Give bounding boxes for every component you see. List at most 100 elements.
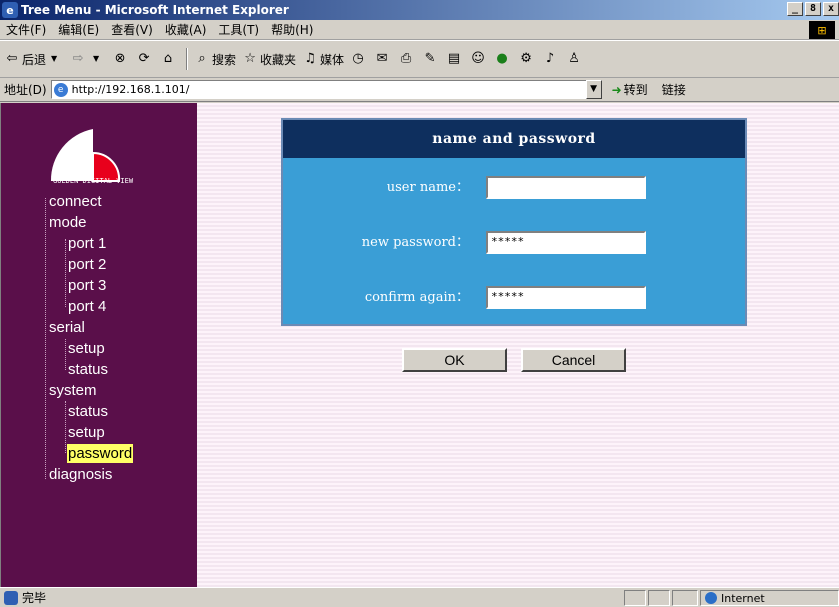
mail-button[interactable]: ✉ bbox=[374, 51, 392, 67]
main-content: name and password user name： new passwor… bbox=[197, 103, 839, 587]
research-icon: ♪ bbox=[545, 51, 555, 66]
status-text: 完毕 bbox=[0, 589, 46, 606]
media-button[interactable]: ♫ 媒体 bbox=[302, 51, 344, 68]
user-name-input[interactable] bbox=[486, 176, 646, 199]
history-button[interactable]: ◷ bbox=[350, 51, 368, 67]
search-label: 搜索 bbox=[212, 52, 237, 67]
chevron-down-icon: ▼ bbox=[50, 54, 58, 63]
home-icon: ⌂ bbox=[163, 51, 173, 66]
page-icon: e bbox=[53, 82, 68, 97]
edit-icon: ✎ bbox=[424, 51, 436, 66]
toolbar: ⇦ 后退 ▼ ⇨ ▼ ⊗ ⟳ ⌂ ⌕ 搜索 ☆ 收藏夹 ♫ 媒体 ◷ ✉ ⎙ ✎… bbox=[0, 40, 839, 78]
chevron-down-icon: ▼ bbox=[92, 54, 100, 63]
ok-button[interactable]: OK bbox=[402, 348, 507, 372]
status-label: 完毕 bbox=[22, 591, 47, 605]
menu-tools[interactable]: 工具(T) bbox=[212, 21, 265, 38]
confirm-password-label: confirm again： bbox=[364, 290, 469, 305]
tree-item-system-status[interactable]: status bbox=[68, 402, 108, 421]
favorites-label: 收藏夹 bbox=[260, 52, 297, 67]
menu-favorites[interactable]: 收藏(A) bbox=[159, 21, 213, 38]
sidebar: GOLDEN DIGITAL VIEW connect mode port 1 … bbox=[0, 103, 197, 587]
tree-line bbox=[65, 401, 66, 453]
search-icon: ⌕ bbox=[198, 51, 206, 66]
tree-item-diagnosis[interactable]: diagnosis bbox=[49, 465, 112, 484]
tree-line bbox=[65, 239, 66, 307]
tree-item-port-1[interactable]: port 1 bbox=[68, 234, 106, 253]
menu-bar: 文件(F) 编辑(E) 查看(V) 收藏(A) 工具(T) 帮助(H) ⊞ bbox=[0, 20, 839, 40]
tool-button[interactable]: ⚙ bbox=[518, 51, 536, 67]
new-password-row: new password： ***** bbox=[283, 231, 745, 255]
close-button[interactable]: x bbox=[823, 2, 839, 16]
menu-edit[interactable]: 编辑(E) bbox=[52, 21, 105, 38]
tree-item-port-2[interactable]: port 2 bbox=[68, 255, 106, 274]
discuss-button[interactable]: ▤ bbox=[446, 51, 464, 67]
toolbar-separator bbox=[186, 48, 189, 70]
page-done-icon bbox=[4, 590, 18, 605]
go-label: 转到 bbox=[623, 83, 648, 97]
tree-item-port-3[interactable]: port 3 bbox=[68, 276, 106, 295]
confirm-password-input[interactable]: ***** bbox=[486, 286, 646, 309]
links-button[interactable]: 链接 bbox=[662, 81, 686, 98]
tree-item-port-4[interactable]: port 4 bbox=[68, 297, 106, 316]
tree-line bbox=[45, 198, 46, 479]
edit-button[interactable]: ✎ bbox=[422, 51, 440, 67]
maximize-button[interactable]: 8 bbox=[805, 2, 821, 16]
print-button[interactable]: ⎙ bbox=[398, 51, 416, 67]
stop-button[interactable]: ⊗ bbox=[112, 51, 130, 67]
new-password-input[interactable]: ***** bbox=[486, 231, 646, 254]
address-dropdown-button[interactable]: ▼ bbox=[585, 80, 602, 99]
media-label: 媒体 bbox=[320, 52, 345, 67]
address-bar: 地址(D) e http://192.168.1.101/ ▼ ➜ 转到 链接 bbox=[0, 78, 839, 102]
tree-item-system-setup[interactable]: setup bbox=[68, 423, 105, 442]
search-button[interactable]: ⌕ 搜索 bbox=[194, 51, 236, 68]
favorites-icon: ☆ bbox=[244, 51, 256, 66]
tree-item-mode[interactable]: mode bbox=[49, 213, 87, 232]
address-input[interactable]: e http://192.168.1.101/ bbox=[50, 80, 587, 99]
user-name-label: user name： bbox=[386, 180, 469, 195]
menu-file[interactable]: 文件(F) bbox=[0, 21, 52, 38]
refresh-button[interactable]: ⟳ bbox=[136, 51, 154, 67]
research-button[interactable]: ♪ bbox=[542, 51, 560, 67]
favorites-button[interactable]: ☆ 收藏夹 bbox=[242, 51, 296, 68]
new-password-label: new password： bbox=[361, 235, 469, 250]
forward-button[interactable]: ⇨ ▼ bbox=[70, 51, 106, 67]
title-bar: e Tree Menu - Microsoft Internet Explore… bbox=[0, 0, 839, 20]
tree-item-system[interactable]: system bbox=[49, 381, 97, 400]
panel-title: name and password bbox=[283, 120, 745, 158]
globe-button[interactable]: ● bbox=[494, 51, 512, 67]
menu-view[interactable]: 查看(V) bbox=[105, 21, 159, 38]
zone-label: Internet bbox=[721, 591, 765, 605]
stop-icon: ⊗ bbox=[114, 51, 126, 66]
go-button[interactable]: ➜ 转到 bbox=[612, 81, 648, 98]
messenger-button[interactable]: ☺ bbox=[470, 51, 488, 67]
mail-icon: ✉ bbox=[376, 51, 388, 66]
logo-text: GOLDEN DIGITAL VIEW bbox=[53, 177, 134, 185]
globe-icon: ● bbox=[496, 51, 508, 66]
cancel-button[interactable]: Cancel bbox=[521, 348, 626, 372]
wrench-icon: ⚙ bbox=[520, 51, 532, 66]
home-button[interactable]: ⌂ bbox=[160, 51, 178, 67]
status-cell bbox=[672, 590, 698, 606]
refresh-icon: ⟳ bbox=[138, 51, 150, 66]
tree-item-connect[interactable]: connect bbox=[49, 192, 102, 211]
menu-help[interactable]: 帮助(H) bbox=[265, 21, 319, 38]
minimize-button[interactable]: _ bbox=[787, 2, 803, 16]
history-icon: ◷ bbox=[352, 51, 364, 66]
back-button[interactable]: ⇦ 后退 ▼ bbox=[4, 51, 64, 68]
forward-arrow-icon: ⇨ bbox=[72, 51, 84, 66]
messenger-icon: ☺ bbox=[471, 51, 485, 66]
status-bar: 完毕 Internet bbox=[0, 587, 839, 607]
address-url: http://192.168.1.101/ bbox=[71, 83, 190, 96]
tree-item-serial-status[interactable]: status bbox=[68, 360, 108, 379]
tree-item-password[interactable]: password bbox=[67, 444, 134, 463]
print-icon: ⎙ bbox=[400, 51, 412, 66]
user-button[interactable]: ♙ bbox=[566, 51, 584, 67]
tree-item-serial-setup[interactable]: setup bbox=[68, 339, 105, 358]
tree-item-serial[interactable]: serial bbox=[49, 318, 85, 337]
security-zone: Internet bbox=[700, 590, 839, 606]
ie-icon: e bbox=[2, 2, 18, 18]
credentials-panel: name and password user name： new passwor… bbox=[281, 118, 747, 326]
windows-logo-icon: ⊞ bbox=[809, 21, 835, 39]
back-arrow-icon: ⇦ bbox=[6, 51, 18, 66]
internet-globe-icon bbox=[705, 592, 717, 604]
